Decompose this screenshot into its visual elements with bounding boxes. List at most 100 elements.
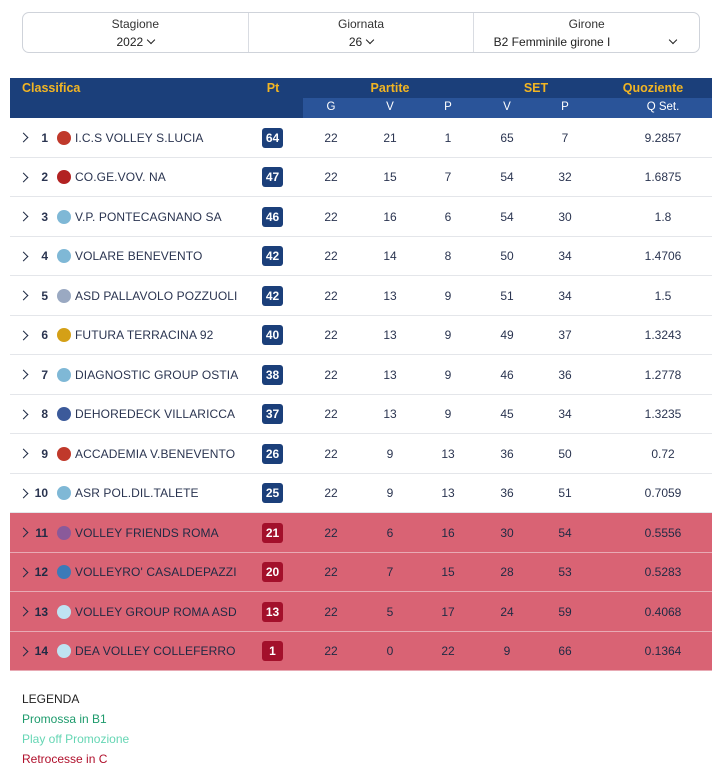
team-name[interactable]: CO.GE.VOV. NA bbox=[75, 158, 255, 197]
legend-playoff: Play off Promozione bbox=[22, 732, 130, 746]
sets-lost: 34 bbox=[558, 407, 572, 421]
sets-won: 28 bbox=[500, 565, 514, 579]
sets-won: 50 bbox=[500, 249, 514, 263]
lost: 15 bbox=[441, 565, 455, 579]
sets-won: 36 bbox=[500, 486, 514, 500]
chevron-right-icon[interactable] bbox=[18, 330, 28, 340]
sets-won: 9 bbox=[503, 644, 511, 658]
legend-title: LEGENDA bbox=[22, 692, 80, 706]
table-row[interactable]: 4 VOLARE BENEVENTO 42 22 14 8 50 34 1.47… bbox=[10, 236, 712, 276]
points-badge: 13 bbox=[262, 601, 283, 622]
chevron-right-icon[interactable] bbox=[18, 172, 28, 182]
team-logo-icon bbox=[57, 407, 71, 421]
team-name[interactable]: DEHOREDECK VILLARICCA bbox=[75, 395, 255, 434]
sets-lost: 34 bbox=[558, 249, 572, 263]
team-name[interactable]: DIAGNOSTIC GROUP OSTIA bbox=[75, 355, 255, 394]
standings-table: Classifica Pt Partite SET Quoziente G V … bbox=[10, 78, 712, 671]
team-name[interactable]: ASD PALLAVOLO POZZUOLI bbox=[75, 276, 255, 315]
sets-lost: 36 bbox=[558, 367, 572, 382]
season-label: Stagione bbox=[111, 16, 160, 31]
points-badge: 46 bbox=[262, 206, 283, 227]
team-name[interactable]: ACCADEMIA V.BENEVENTO bbox=[75, 434, 255, 473]
team-logo-icon bbox=[57, 288, 71, 303]
set-quotient: 0.4068 bbox=[644, 604, 682, 619]
won: 13 bbox=[383, 367, 397, 382]
group-select[interactable]: Girone B2 Femminile girone I bbox=[474, 13, 699, 52]
chevron-right-icon[interactable] bbox=[18, 251, 28, 261]
position: 8 bbox=[41, 407, 48, 421]
position: 9 bbox=[41, 446, 48, 461]
table-row[interactable]: 5 ASD PALLAVOLO POZZUOLI 42 22 13 9 51 3… bbox=[10, 276, 712, 316]
team-name[interactable]: V.P. PONTECAGNANO SA bbox=[75, 197, 255, 236]
chevron-right-icon[interactable] bbox=[18, 211, 28, 222]
points-badge: 42 bbox=[262, 246, 283, 266]
subheader-set-p: P bbox=[561, 101, 569, 113]
lost: 13 bbox=[441, 486, 455, 500]
table-row[interactable]: 13 VOLLEY GROUP ROMA ASD 13 22 5 17 24 5… bbox=[10, 592, 712, 632]
chevron-right-icon[interactable] bbox=[18, 290, 28, 301]
table-row[interactable]: 3 V.P. PONTECAGNANO SA 46 22 16 6 54 30 … bbox=[10, 197, 712, 237]
matchday-select[interactable]: Giornata 26 bbox=[249, 13, 475, 52]
position: 13 bbox=[34, 604, 48, 619]
set-quotient: 1.2778 bbox=[644, 367, 682, 382]
team-logo-icon bbox=[57, 170, 71, 184]
chevron-right-icon[interactable] bbox=[18, 132, 28, 143]
sets-won: 51 bbox=[500, 288, 514, 303]
table-row[interactable]: 1 I.C.S VOLLEY S.LUCIA 64 22 21 1 65 7 9… bbox=[10, 118, 712, 158]
team-name[interactable]: DEA VOLLEY COLLEFERRO bbox=[75, 632, 255, 671]
season-select[interactable]: Stagione 2022 bbox=[23, 13, 249, 52]
chevron-right-icon[interactable] bbox=[18, 448, 28, 459]
table-row[interactable]: 11 VOLLEY FRIENDS ROMA 21 22 6 16 30 54 … bbox=[10, 513, 712, 553]
header-partite: Partite bbox=[370, 81, 410, 95]
subheader-g: G bbox=[326, 101, 336, 113]
chevron-right-icon[interactable] bbox=[18, 606, 28, 617]
team-logo-icon bbox=[57, 328, 71, 342]
subheader-v: V bbox=[386, 101, 394, 113]
legend-relegated: Retrocesse in C bbox=[22, 752, 108, 766]
position: 11 bbox=[35, 525, 48, 540]
set-quotient: 0.1364 bbox=[644, 644, 682, 658]
position: 4 bbox=[41, 249, 48, 263]
played: 22 bbox=[324, 486, 338, 500]
team-logo-icon bbox=[57, 367, 71, 382]
team-name[interactable]: ASR POL.DIL.TALETE bbox=[75, 474, 255, 513]
points-badge: 25 bbox=[262, 483, 283, 503]
table-row[interactable]: 14 DEA VOLLEY COLLEFERRO 1 22 0 22 9 66 … bbox=[10, 631, 712, 671]
chevron-right-icon[interactable] bbox=[18, 646, 28, 656]
position: 10 bbox=[34, 486, 48, 500]
team-name[interactable]: I.C.S VOLLEY S.LUCIA bbox=[75, 118, 255, 157]
lost: 1 bbox=[444, 130, 452, 145]
chevron-right-icon[interactable] bbox=[18, 488, 28, 498]
sets-lost: 30 bbox=[558, 209, 572, 224]
team-name[interactable]: VOLARE BENEVENTO bbox=[75, 237, 255, 276]
table-row[interactable]: 8 DEHOREDECK VILLARICCA 37 22 13 9 45 34… bbox=[10, 394, 712, 434]
header-classifica: Classifica bbox=[22, 81, 81, 95]
position: 1 bbox=[41, 130, 48, 145]
team-name[interactable]: VOLLEY GROUP ROMA ASD bbox=[75, 592, 255, 631]
sets-won: 54 bbox=[500, 170, 514, 184]
header-quoziente: Quoziente bbox=[622, 81, 684, 95]
chevron-right-icon[interactable] bbox=[18, 567, 28, 577]
team-logo-icon bbox=[57, 644, 71, 658]
set-quotient: 1.3243 bbox=[644, 328, 682, 342]
table-row[interactable]: 7 DIAGNOSTIC GROUP OSTIA 38 22 13 9 46 3… bbox=[10, 355, 712, 395]
set-quotient: 0.5283 bbox=[644, 565, 682, 579]
played: 22 bbox=[324, 565, 338, 579]
sets-lost: 51 bbox=[558, 486, 572, 500]
team-name[interactable]: FUTURA TERRACINA 92 bbox=[75, 316, 255, 355]
team-name[interactable]: VOLLEY FRIENDS ROMA bbox=[75, 513, 255, 552]
sets-lost: 66 bbox=[558, 644, 572, 658]
subheader-p: P bbox=[444, 101, 452, 113]
table-row[interactable]: 12 VOLLEYRO' CASALDEPAZZI 20 22 7 15 28 … bbox=[10, 552, 712, 592]
sets-lost: 50 bbox=[558, 446, 572, 461]
played: 22 bbox=[324, 288, 338, 303]
team-name[interactable]: VOLLEYRO' CASALDEPAZZI bbox=[75, 553, 255, 592]
table-row[interactable]: 6 FUTURA TERRACINA 92 40 22 13 9 49 37 1… bbox=[10, 315, 712, 355]
table-row[interactable]: 2 CO.GE.VOV. NA 47 22 15 7 54 32 1.6875 bbox=[10, 157, 712, 197]
table-row[interactable]: 10 ASR POL.DIL.TALETE 25 22 9 13 36 51 0… bbox=[10, 473, 712, 513]
chevron-down-icon bbox=[365, 35, 375, 44]
table-row[interactable]: 9 ACCADEMIA V.BENEVENTO 26 22 9 13 36 50… bbox=[10, 434, 712, 474]
chevron-right-icon[interactable] bbox=[18, 527, 28, 538]
chevron-right-icon[interactable] bbox=[18, 409, 28, 419]
chevron-right-icon[interactable] bbox=[18, 369, 28, 380]
